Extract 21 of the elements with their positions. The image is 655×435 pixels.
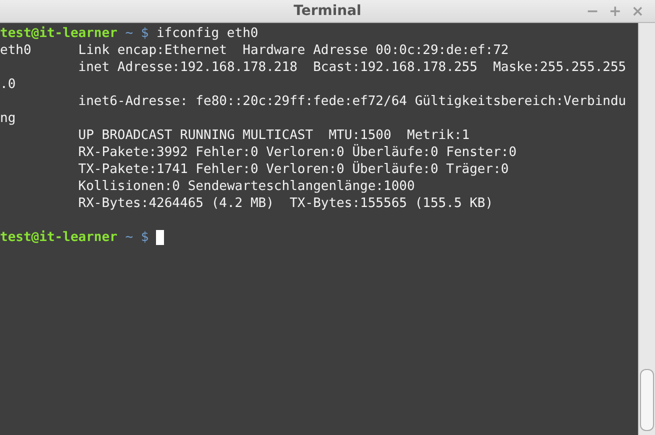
output-line: UP BROADCAST RUNNING MULTICAST MTU:1500 Metrik:1 (77, 127, 470, 144)
output-line: RX-Pakete:3992 Fehler:0 Verloren:0 Überläufe:0 Fenster:0 (77, 144, 517, 161)
maximize-button[interactable]: + (606, 1, 624, 21)
scrollbar[interactable] (638, 23, 655, 435)
window-title: Terminal (294, 3, 362, 19)
close-button[interactable]: × (628, 1, 647, 21)
output-line: inet6-Adresse: fe80::20c:29ff:fede:ef72/64 Gültigkeitsbereich:Verbindu (77, 93, 626, 110)
command-text: ifconfig eth0 (156, 25, 258, 42)
scrollbar-thumb[interactable] (640, 369, 654, 431)
output-line: Kollisionen:0 Sendewarteschlangenlänge:1000 (77, 178, 415, 195)
prompt-symbol: ~ $ (125, 229, 149, 246)
minimize-button[interactable]: − (583, 1, 602, 21)
output-line: ng (0, 110, 16, 127)
output-line: inet Adresse:192.168.178.218 Bcast:192.168.178.255 Maske:255.255.255 (77, 59, 626, 76)
output-line: eth0 Link encap:Ethernet Hardware Adresse 00:0c:29:de:ef:72 (0, 42, 509, 59)
prompt-user: test@it-learner (0, 25, 118, 42)
prompt-symbol: ~ $ (125, 25, 149, 42)
prompt-user: test@it-learner (0, 229, 118, 246)
output-line: RX-Bytes:4264465 (4.2 MB) TX-Bytes:155565 (155.5 KB) (77, 195, 494, 212)
output-line: TX-Pakete:1741 Fehler:0 Verloren:0 Überläufe:0 Träger:0 (77, 161, 509, 178)
output-line: .0 (0, 76, 16, 93)
